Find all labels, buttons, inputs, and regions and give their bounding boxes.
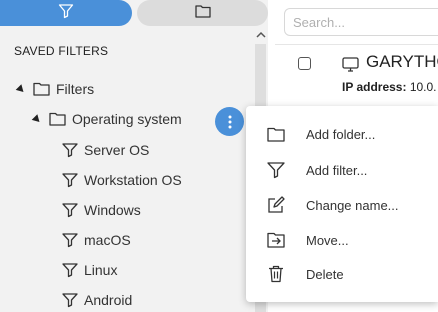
computer-icon [342,57,359,72]
menu-item-move[interactable]: Move... [246,225,438,255]
filter-label: Android [84,292,133,308]
filter-label: Linux [84,262,118,278]
filter-icon [62,202,78,218]
tab-filters[interactable] [0,0,132,26]
filter-icon [62,262,78,278]
trash-icon [265,263,287,285]
menu-item-label: Delete [306,266,344,282]
ip-value: 10.0. [409,80,437,94]
saved-filters-heading: SAVED FILTERS [14,44,109,58]
device-ip: IP address: 10.0. [342,80,437,94]
tab-folders[interactable] [137,0,268,26]
menu-item-add-filter[interactable]: Add filter... [246,155,438,185]
filter-label: Windows [84,202,141,218]
divider [275,44,438,45]
filter-icon [62,172,78,188]
device-select-checkbox[interactable] [298,57,311,70]
expand-caret-icon[interactable] [15,83,27,95]
move-icon [265,229,287,251]
kebab-menu-icon [228,115,232,129]
filter-icon [62,232,78,248]
tree-filter-item[interactable]: Windows [62,200,141,220]
filters-panel: SAVED FILTERS Filters Operating system S… [0,0,268,312]
edit-icon [265,194,287,216]
folder-icon [49,112,66,126]
search-input[interactable] [284,8,438,36]
more-options-button[interactable] [215,107,244,136]
device-name[interactable]: GARYTHO [366,52,438,72]
filter-icon [265,159,287,181]
filter-icon [58,3,74,24]
context-menu: Add folder... Add filter... Change name.… [246,106,438,302]
tree-node-operating-system[interactable]: Operating system [31,109,182,129]
expand-caret-icon[interactable] [31,113,43,125]
tree-node-label: Operating system [72,111,182,127]
filter-label: Server OS [84,142,150,158]
tree-node-filters[interactable]: Filters [15,79,95,99]
menu-item-label: Add folder... [306,126,376,142]
ip-label: IP address: [342,80,407,94]
folder-icon [265,123,287,145]
tree-node-label: Filters [56,81,95,97]
menu-item-add-folder[interactable]: Add folder... [246,119,438,149]
menu-item-label: Change name... [306,197,399,213]
menu-item-change-name[interactable]: Change name... [246,190,438,220]
tree-filter-item[interactable]: macOS [62,230,131,250]
tree-filter-item[interactable]: Workstation OS [62,170,182,190]
menu-item-label: Move... [306,232,349,248]
filter-icon [62,142,78,158]
menu-item-delete[interactable]: Delete [246,259,438,289]
filter-label: Workstation OS [84,172,182,188]
folder-icon [194,4,211,23]
filter-icon [62,292,78,308]
tree-filter-item[interactable]: Server OS [62,140,149,160]
tree-filter-item[interactable]: Linux [62,260,117,280]
tree-filter-item[interactable]: Android [62,290,132,310]
filter-label: macOS [84,232,131,248]
folder-icon [33,82,50,96]
scroll-up-arrow[interactable] [254,28,268,42]
menu-item-label: Add filter... [306,162,368,178]
